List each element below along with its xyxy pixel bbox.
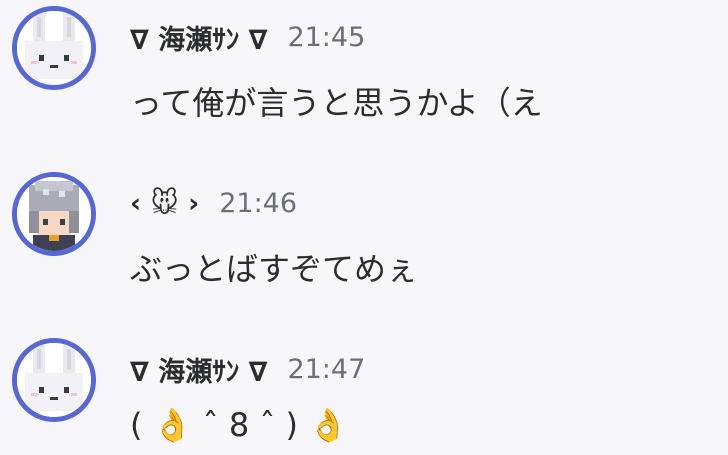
message-header: ∇ 海瀬ｻﾝ ∇ 21:47: [130, 350, 365, 388]
chat-message-list: ∇ 海瀬ｻﾝ ∇ 21:45 って俺が言うと思うかよ（え ‹ 🐭 › 21:46…: [0, 0, 728, 455]
silver-hair-character-avatar-icon[interactable]: [12, 172, 96, 256]
timestamp: 21:45: [287, 21, 366, 53]
username[interactable]: ‹ 🐭 ›: [130, 188, 199, 219]
bunny-avatar-icon[interactable]: [12, 338, 96, 422]
message-content: ( 👌 ˆ 8 ˆ ) 👌: [130, 406, 349, 444]
message-content: ぶっとばすぞてめぇ: [130, 250, 419, 288]
username[interactable]: ∇ 海瀬ｻﾝ ∇: [130, 350, 267, 389]
timestamp: 21:47: [287, 353, 366, 385]
message-item: ∇ 海瀬ｻﾝ ∇ 21:45 って俺が言うと思うかよ（え: [0, 6, 728, 126]
message-header: ‹ 🐭 › 21:46: [130, 184, 297, 222]
bunny-avatar-icon[interactable]: [12, 6, 96, 90]
timestamp: 21:46: [219, 187, 298, 219]
username[interactable]: ∇ 海瀬ｻﾝ ∇: [130, 18, 267, 57]
message-content: って俺が言うと思うかよ（え: [130, 84, 543, 122]
message-item: ‹ 🐭 › 21:46 ぶっとばすぞてめぇ: [0, 172, 728, 292]
message-item: ∇ 海瀬ｻﾝ ∇ 21:47 ( 👌 ˆ 8 ˆ ) 👌: [0, 338, 728, 455]
message-header: ∇ 海瀬ｻﾝ ∇ 21:45: [130, 18, 365, 56]
